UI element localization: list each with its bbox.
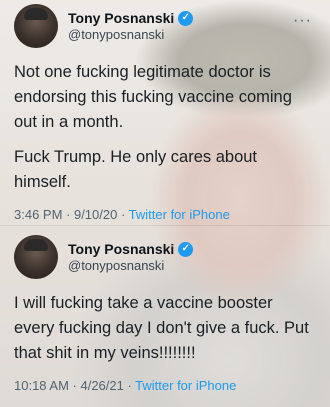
tweet-paragraph: Fuck Trump. He only cares about himself.: [14, 148, 258, 191]
author-info: Tony Posnanski ✓ @tonyposnanski: [68, 241, 194, 274]
more-options-icon[interactable]: ···: [293, 12, 312, 30]
divider: [0, 225, 330, 226]
author-info: Tony Posnanski ✓ @tonyposnanski: [68, 10, 194, 43]
author-handle[interactable]: @tonyposnanski: [68, 258, 193, 274]
author-name[interactable]: Tony Posnanski: [68, 10, 174, 27]
tweet-timestamp[interactable]: 3:46 PM · 9/10/20 ·: [14, 207, 129, 222]
tweet-meta: 3:46 PM · 9/10/20 · Twitter for iPhone: [14, 207, 316, 222]
tweet-source[interactable]: Twitter for iPhone: [135, 378, 236, 393]
avatar[interactable]: [14, 4, 58, 48]
tweet-1[interactable]: Tony Posnanski ✓ @tonyposnanski ··· Not …: [0, 4, 330, 222]
author-handle[interactable]: @tonyposnanski: [68, 27, 193, 43]
verified-badge-icon: ✓: [178, 10, 194, 26]
tweet-header: Tony Posnanski ✓ @tonyposnanski: [14, 4, 316, 48]
name-row: Tony Posnanski ✓: [68, 241, 194, 258]
tweet-text: Not one fucking legitimate doctor is end…: [14, 60, 316, 195]
tweet-meta: 10:18 AM · 4/26/21 · Twitter for iPhone: [14, 378, 316, 393]
tweet-source[interactable]: Twitter for iPhone: [129, 207, 230, 222]
tweet-header: Tony Posnanski ✓ @tonyposnanski: [14, 235, 316, 279]
author-name[interactable]: Tony Posnanski: [68, 241, 174, 258]
verified-badge-icon: ✓: [178, 241, 194, 257]
avatar[interactable]: [14, 235, 58, 279]
tweet-2[interactable]: Tony Posnanski ✓ @tonyposnanski I will f…: [0, 235, 330, 393]
tweet-paragraph: I will fucking take a vaccine booster ev…: [14, 294, 309, 362]
tweet-text: I will fucking take a vaccine booster ev…: [14, 291, 316, 366]
tweet-paragraph: Not one fucking legitimate doctor is end…: [14, 63, 292, 131]
name-row: Tony Posnanski ✓: [68, 10, 194, 27]
tweet-timestamp[interactable]: 10:18 AM · 4/26/21 ·: [14, 378, 135, 393]
